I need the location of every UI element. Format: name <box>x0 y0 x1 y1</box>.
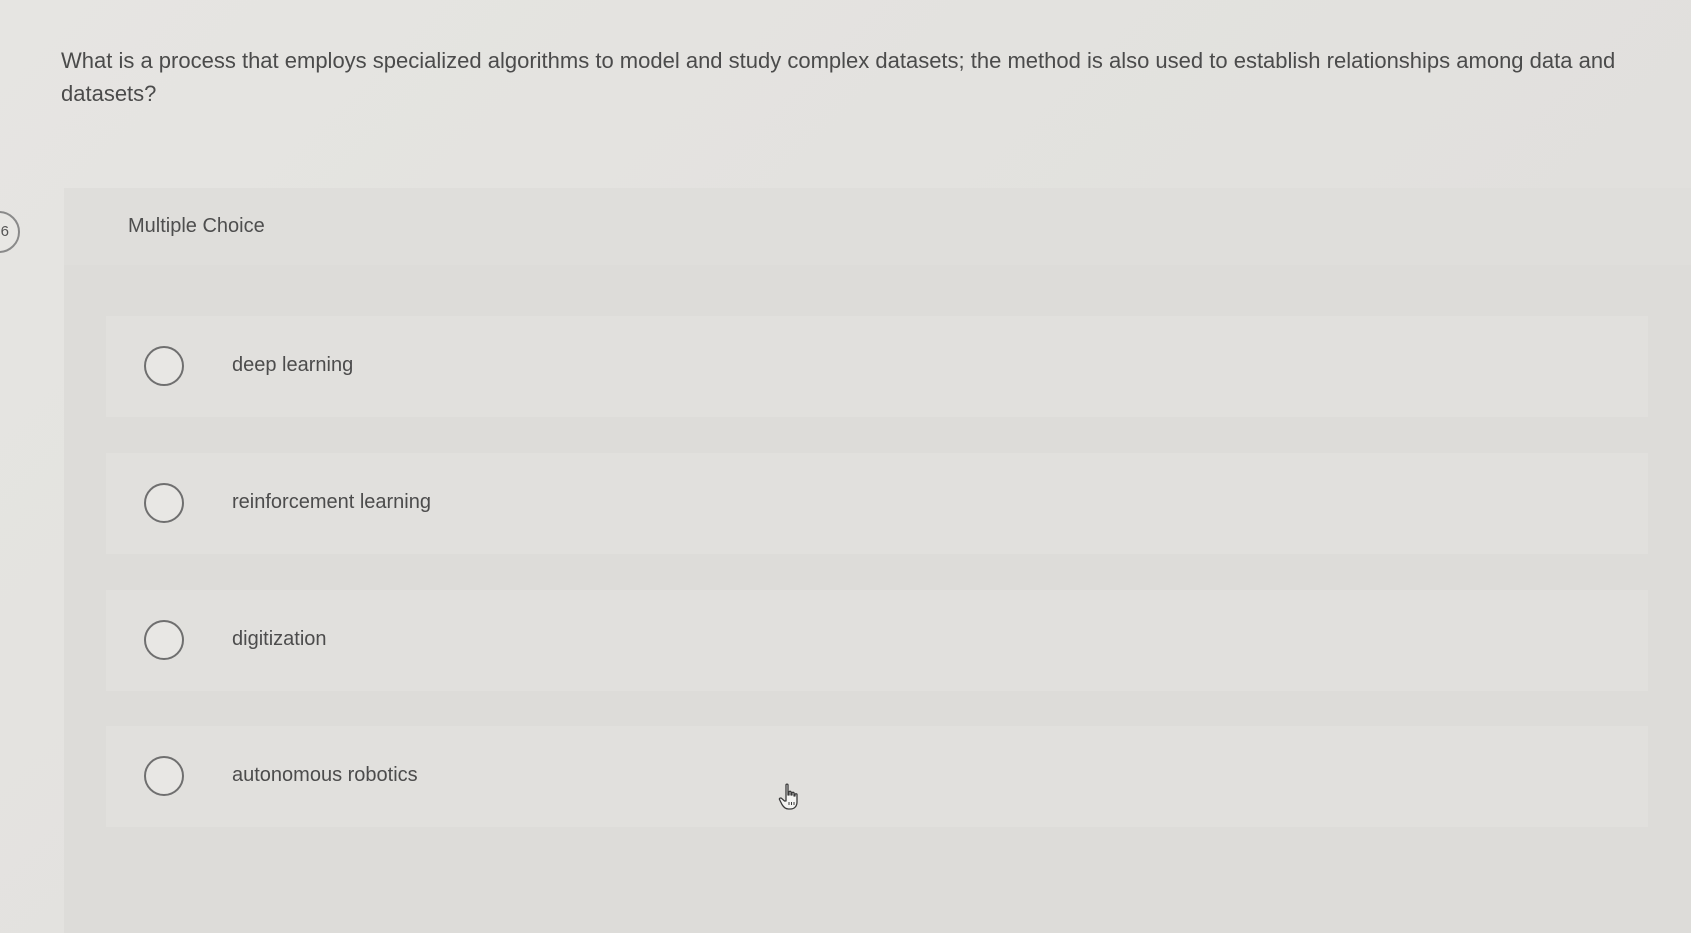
answer-option-autonomous-robotics[interactable]: autonomous robotics <box>106 726 1648 827</box>
answer-option-digitization[interactable]: digitization <box>106 590 1648 691</box>
radio-unselected-icon[interactable] <box>144 483 184 523</box>
choice-header <box>64 188 1691 265</box>
radio-unselected-icon[interactable] <box>144 756 184 796</box>
radio-unselected-icon[interactable] <box>144 620 184 660</box>
radio-unselected-icon[interactable] <box>144 346 184 386</box>
question-number-badge: 6 <box>0 211 20 253</box>
answer-option-reinforcement-learning[interactable]: reinforcement learning <box>106 453 1648 554</box>
question-prompt: What is a process that employs specializ… <box>61 48 1616 106</box>
answer-option-label: deep learning <box>232 354 354 376</box>
question-number: 6 <box>0 223 9 240</box>
answer-option-label: reinforcement learning <box>232 491 431 513</box>
question-type-label: Multiple Choice <box>128 215 265 237</box>
quiz-page: 6 What is a process that employs special… <box>0 0 1691 933</box>
answer-option-deep-learning[interactable]: deep learning <box>106 316 1648 417</box>
hand-pointer-icon <box>778 783 798 810</box>
answer-option-label: autonomous robotics <box>232 764 418 786</box>
answer-option-label: digitization <box>232 628 327 650</box>
